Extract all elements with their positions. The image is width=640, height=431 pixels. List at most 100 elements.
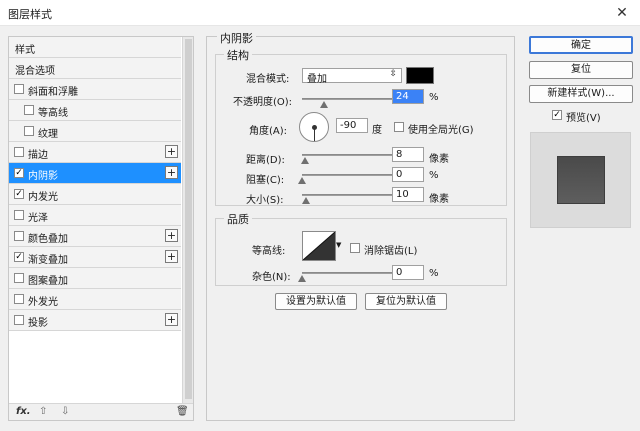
style-item-checkbox[interactable] [14, 315, 24, 325]
opacity-slider[interactable] [302, 98, 392, 100]
distance-slider-thumb[interactable] [300, 157, 309, 164]
style-item[interactable]: 混合选项 [9, 58, 181, 79]
style-item-checkbox[interactable] [24, 126, 34, 136]
style-item[interactable]: 纹理 [9, 121, 181, 142]
fx-icon[interactable]: fx. [16, 406, 31, 417]
style-item-checkbox[interactable]: ✓ [14, 189, 24, 199]
style-item[interactable]: 描边 + [9, 142, 181, 163]
trash-icon[interactable]: 🗑 [176, 406, 189, 417]
noise-label: 杂色(N): [252, 272, 291, 283]
choke-input[interactable]: 0 [392, 167, 424, 182]
style-item-checkbox[interactable]: ✓ [14, 168, 24, 178]
preview-toggle[interactable]: ✓ 预览(V) [552, 109, 622, 124]
distance-input[interactable]: 8 [392, 147, 424, 162]
select-arrows-icon: ⇳ [389, 69, 397, 79]
opacity-slider-thumb[interactable] [319, 101, 328, 108]
preview-checkbox[interactable]: ✓ [552, 110, 562, 120]
preview-label: 预览(V) [566, 113, 601, 124]
add-effect-icon[interactable]: + [165, 313, 178, 326]
contour-curve-icon [303, 232, 335, 260]
blend-mode-select[interactable]: 叠加 ⇳ [302, 68, 402, 85]
reset-button[interactable]: 复位 [529, 61, 633, 79]
distance-slider[interactable] [302, 154, 392, 156]
choke-unit: % [429, 170, 439, 181]
preview-thumbnail [557, 156, 605, 204]
add-effect-icon[interactable]: + [165, 145, 178, 158]
style-item[interactable]: ✓ 内发光 [9, 184, 181, 205]
style-item[interactable]: 图案叠加 [9, 268, 181, 289]
style-item-checkbox[interactable] [14, 231, 24, 241]
style-item[interactable]: 颜色叠加 + [9, 226, 181, 247]
title-bar: 图层样式 ✕ [0, 0, 640, 26]
size-input[interactable]: 10 [392, 187, 424, 202]
set-default-button[interactable]: 设置为默认值 [275, 293, 357, 310]
add-effect-icon[interactable]: + [165, 229, 178, 242]
style-item-checkbox[interactable] [24, 105, 34, 115]
preview-area [530, 132, 631, 228]
shadow-color-swatch[interactable] [406, 67, 434, 84]
global-light-checkbox[interactable] [394, 122, 404, 132]
global-light-label: 使用全局光(G) [408, 125, 474, 136]
reset-default-button[interactable]: 复位为默认值 [365, 293, 447, 310]
move-up-icon[interactable]: ⇧ [39, 406, 47, 417]
angle-label: 角度(A): [249, 126, 288, 137]
noise-slider[interactable] [302, 272, 392, 274]
close-icon[interactable]: ✕ [612, 3, 632, 23]
size-label: 大小(S): [246, 195, 284, 206]
style-item[interactable]: ✓ 渐变叠加 + [9, 247, 181, 268]
noise-unit: % [429, 268, 439, 279]
style-item-label: 纹理 [38, 129, 58, 140]
style-item[interactable]: 样式 [9, 37, 181, 58]
style-item[interactable]: 斜面和浮雕 [9, 79, 181, 100]
style-item[interactable]: 光泽 [9, 205, 181, 226]
choke-slider-thumb[interactable] [298, 177, 306, 184]
move-down-icon[interactable]: ⇩ [61, 406, 69, 417]
style-item-label: 颜色叠加 [28, 234, 68, 245]
contour-picker[interactable] [302, 231, 336, 261]
style-item-label: 渐变叠加 [28, 255, 68, 266]
inner-shadow-panel: 内阴影 结构 混合模式: 叠加 ⇳ 不透明度(O): 24 % 角度(A): -… [206, 30, 515, 421]
choke-label: 阻塞(C): [246, 175, 285, 186]
choke-slider[interactable] [302, 174, 392, 176]
antialias-checkbox[interactable] [350, 243, 360, 253]
add-effect-icon[interactable]: + [165, 166, 178, 179]
new-style-button[interactable]: 新建样式(W)... [529, 85, 633, 103]
style-item-checkbox[interactable]: ✓ [14, 252, 24, 262]
style-item[interactable]: ✓ 内阴影 + [9, 163, 181, 184]
style-item-checkbox[interactable] [14, 294, 24, 304]
size-slider[interactable] [302, 194, 392, 196]
contour-label: 等高线: [252, 246, 286, 257]
style-item-label: 描边 [28, 150, 48, 161]
style-item-label: 外发光 [28, 297, 58, 308]
angle-dial[interactable] [299, 112, 329, 142]
noise-input[interactable]: 0 [392, 265, 424, 280]
size-unit: 像素 [429, 194, 449, 205]
quality-title: 品质 [224, 211, 252, 227]
scrollbar-thumb[interactable] [185, 39, 192, 399]
structure-title: 结构 [224, 47, 252, 63]
contour-dropdown-icon[interactable]: ▼ [336, 241, 341, 249]
angle-unit: 度 [372, 125, 382, 136]
size-slider-thumb[interactable] [301, 197, 310, 204]
noise-slider-thumb[interactable] [298, 275, 306, 282]
style-item-checkbox[interactable] [14, 210, 24, 220]
style-list-scrollbar[interactable] [182, 37, 193, 403]
opacity-label: 不透明度(O): [233, 97, 293, 108]
style-item[interactable]: 投影 + [9, 310, 181, 331]
style-item-checkbox[interactable] [14, 273, 24, 283]
add-effect-icon[interactable]: + [165, 250, 178, 263]
style-item[interactable]: 等高线 [9, 100, 181, 121]
style-item-label: 光泽 [28, 213, 48, 224]
style-item[interactable]: 外发光 [9, 289, 181, 310]
style-list-panel: 样式 混合选项 斜面和浮雕 等高线 纹理 描边 + ✓ 内阴影 + ✓ 内发光 光泽 颜色叠加 + ✓ 渐变叠加… [8, 36, 194, 421]
opacity-input[interactable]: 24 [392, 89, 424, 104]
style-item-checkbox[interactable] [14, 147, 24, 157]
angle-input[interactable]: -90 [336, 118, 368, 133]
angle-dial-center [312, 125, 317, 130]
ok-button[interactable]: 确定 [529, 36, 633, 54]
structure-group: 结构 混合模式: 叠加 ⇳ 不透明度(O): 24 % 角度(A): -90 度… [215, 47, 507, 206]
distance-label: 距离(D): [246, 155, 285, 166]
quality-group: 品质 等高线: ▼ 消除锯齿(L) 杂色(N): 0 % [215, 211, 507, 286]
style-item-checkbox[interactable] [14, 84, 24, 94]
style-item-label: 投影 [28, 318, 48, 329]
